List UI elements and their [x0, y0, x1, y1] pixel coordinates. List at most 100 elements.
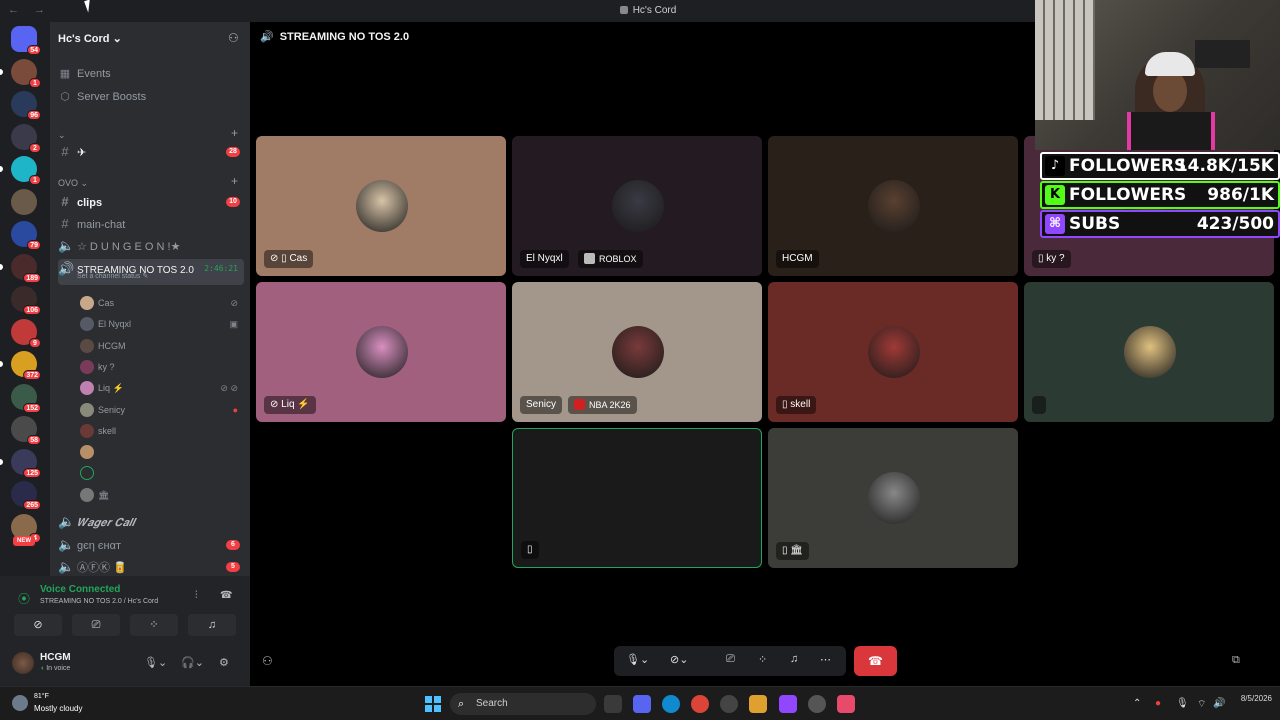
- invite-people-icon[interactable]: ⚇: [228, 31, 240, 45]
- server-icon[interactable]: 79: [11, 221, 41, 250]
- participant-tile[interactable]: ⊘ Liq ⚡: [256, 282, 506, 422]
- server-icon[interactable]: 96: [11, 91, 41, 120]
- server-icon[interactable]: 265: [11, 481, 41, 510]
- media-player-icon[interactable]: [720, 695, 738, 713]
- voice-user[interactable]: Liq ⚡ ⊘ ⊘: [80, 378, 240, 398]
- signal-icon[interactable]: ⦿: [18, 590, 30, 607]
- tray-app-icon[interactable]: ●: [1155, 698, 1161, 709]
- participant-tile[interactable]: ▯ skell: [768, 282, 1018, 422]
- more-icon[interactable]: ⋯: [820, 653, 831, 666]
- participant-tile[interactable]: [1024, 282, 1274, 422]
- screen-share-button[interactable]: ⎚: [72, 614, 120, 636]
- participant-tile[interactable]: ▯: [512, 428, 762, 568]
- voice-connected-sub[interactable]: STREAMING NO TOS 2.0 / Hc's Cord: [40, 598, 158, 605]
- server-name[interactable]: Hc's Cord ⌄: [58, 32, 122, 45]
- voice-connected-label[interactable]: Voice Connected: [40, 584, 120, 595]
- category-header[interactable]: ⌄: [58, 130, 66, 141]
- start-button[interactable]: [425, 696, 441, 712]
- mic-icon[interactable]: 🎙⌄: [144, 656, 167, 669]
- server-badge: 1: [29, 175, 41, 185]
- server-icon[interactable]: 125: [11, 448, 41, 478]
- channel-plane[interactable]: # ✈ 28: [58, 142, 244, 162]
- avatar[interactable]: [12, 652, 34, 674]
- headphones-icon[interactable]: 🎧⌄: [181, 656, 204, 669]
- server-icon[interactable]: 372: [11, 351, 41, 380]
- soundboard-icon[interactable]: ♫: [790, 653, 798, 665]
- server-icon[interactable]: 9: [11, 318, 41, 348]
- tray-chevron-icon[interactable]: ⌃: [1133, 698, 1141, 709]
- chrome-icon[interactable]: [691, 695, 709, 713]
- voice-user-name: Senicy: [98, 404, 126, 415]
- noise-suppression-icon[interactable]: ⫶: [195, 590, 198, 601]
- voice-user[interactable]: HCGM: [80, 336, 240, 356]
- discord-icon[interactable]: [633, 695, 651, 713]
- soundboard-button[interactable]: ♫: [188, 614, 236, 636]
- server-icon[interactable]: [11, 188, 37, 215]
- voice-user-name: ky ?: [98, 361, 115, 372]
- taskbar-search[interactable]: ⌕ Search: [450, 693, 596, 715]
- settings-gear-icon[interactable]: ⚙: [219, 656, 229, 669]
- channel-clips[interactable]: # clips 10: [58, 192, 244, 212]
- channel-wager-call[interactable]: 🔈 𝑾𝒂𝒈𝒆𝒓 𝑪𝒂𝒍𝒍: [58, 512, 244, 532]
- twitch-app-icon[interactable]: [779, 695, 797, 713]
- server-header[interactable]: Hc's Cord ⌄ ⚇: [50, 22, 250, 54]
- voice-user[interactable]: ky ?: [80, 357, 240, 377]
- voice-user[interactable]: [80, 463, 240, 483]
- channel-status[interactable]: Set a channel status ✎: [77, 272, 148, 282]
- clock[interactable]: 8/5/2026: [1232, 693, 1272, 704]
- server-icon[interactable]: 106: [11, 286, 41, 315]
- mic-icon[interactable]: 🎙⌄: [626, 653, 649, 666]
- category-ovo[interactable]: OVO ⌄: [58, 178, 88, 189]
- channel-main-chat[interactable]: # main-chat: [58, 214, 244, 234]
- server-boosts-row[interactable]: ⬡ Server Boosts: [58, 90, 242, 110]
- voice-user[interactable]: El Nyqxl ▣: [80, 314, 240, 334]
- activities-button[interactable]: ⁘: [130, 614, 178, 636]
- voice-user[interactable]: skell: [80, 421, 240, 441]
- figma-icon[interactable]: [749, 695, 767, 713]
- tiktok-app-icon[interactable]: [837, 695, 855, 713]
- voice-channel-active[interactable]: 🔊 STREAMING NO TOS 2.0 2:46:21 Set a chan…: [58, 259, 244, 285]
- channel-afk[interactable]: 🔈 ⒶⒻⓀ 🥫 5: [58, 557, 244, 576]
- server-icon[interactable]: 1: [11, 58, 41, 88]
- voice-user[interactable]: Cas ⊘: [80, 293, 240, 313]
- server-icon[interactable]: 2: [11, 123, 41, 153]
- edge-icon[interactable]: [662, 695, 680, 713]
- activities-icon[interactable]: ⁘: [758, 653, 767, 666]
- server-badge: 79: [27, 240, 41, 250]
- add-channel-icon[interactable]: +: [231, 174, 238, 188]
- popout-icon[interactable]: ⧉: [1232, 654, 1240, 667]
- voice-user[interactable]: [80, 442, 240, 462]
- end-call-button[interactable]: ☎: [854, 646, 897, 676]
- server-icon[interactable]: 152: [11, 383, 41, 413]
- add-channel-icon[interactable]: +: [231, 126, 238, 140]
- events-row[interactable]: ▦ Events: [58, 67, 242, 87]
- screen-share-icon[interactable]: ⎚: [726, 653, 735, 666]
- stat-value: 423/500: [1196, 214, 1274, 234]
- server-icon[interactable]: 58: [11, 416, 41, 445]
- participant-tile[interactable]: El Nyqxl ROBLOX: [512, 136, 762, 276]
- streamer-cap: [1145, 52, 1195, 76]
- participant-tile[interactable]: ▯ 🏛: [768, 428, 1018, 568]
- channel-gen-chat[interactable]: 🔈 ɡєη єнαт 6: [58, 535, 244, 555]
- volume-icon[interactable]: 🔊: [1213, 698, 1225, 709]
- invite-people-icon[interactable]: ⚇: [262, 654, 273, 668]
- server-icon[interactable]: 54: [11, 26, 41, 55]
- voice-state-icon: ▣: [229, 319, 238, 330]
- obs-icon[interactable]: [808, 695, 826, 713]
- participant-tile[interactable]: ⊘ ▯ Cas: [256, 136, 506, 276]
- participant-name: El Nyqxl: [520, 250, 569, 268]
- task-view-icon[interactable]: [604, 695, 622, 713]
- channel-dungeon[interactable]: 🔈 ☆ D U N G E O N !★: [58, 236, 244, 256]
- server-icon[interactable]: 1: [11, 156, 41, 185]
- camera-toggle-button[interactable]: ⊘: [14, 614, 62, 636]
- avatar: [80, 381, 94, 396]
- voice-user[interactable]: 🏛: [80, 485, 240, 505]
- participant-tile[interactable]: Senicy NBA 2K26: [512, 282, 762, 422]
- disconnect-icon[interactable]: ☎: [220, 590, 232, 601]
- wifi-icon[interactable]: ⌔: [1197, 698, 1206, 711]
- camera-off-icon[interactable]: ⊘⌄: [670, 653, 688, 666]
- server-icon[interactable]: 189: [11, 253, 41, 283]
- tray-mic-icon[interactable]: 🎙: [1176, 698, 1189, 709]
- participant-tile[interactable]: HCGM: [768, 136, 1018, 276]
- voice-user[interactable]: Senicy ●: [80, 400, 240, 420]
